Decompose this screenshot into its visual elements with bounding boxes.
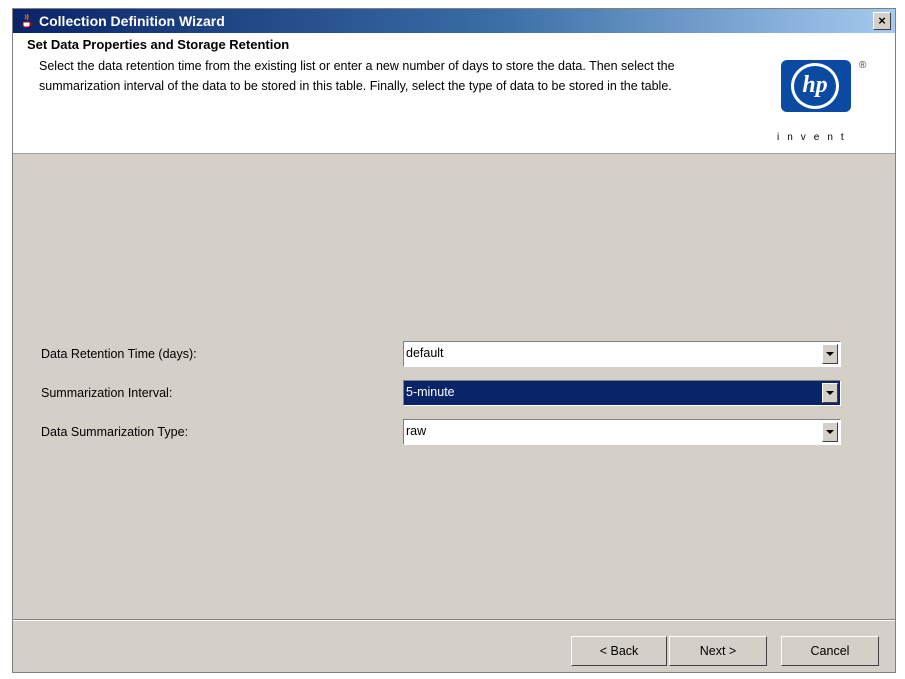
title-bar[interactable]: Collection Definition Wizard × [13,9,895,33]
close-button[interactable]: × [873,12,891,30]
window-title: Collection Definition Wizard [39,13,225,29]
chevron-down-icon[interactable] [822,422,838,442]
summarization-interval-value: 5-minute [406,385,455,399]
hp-badge: hp [781,60,851,112]
button-separator [13,619,895,621]
summarization-type-label: Data Summarization Type: [41,425,189,439]
registered-mark: ® [859,60,867,71]
retention-time-label: Data Retention Time (days): [41,347,197,361]
cancel-button[interactable]: Cancel [781,636,879,666]
hp-logo-text: hp [791,63,839,109]
retention-time-value: default [406,346,444,360]
summarization-interval-combo[interactable]: 5-minute [403,380,841,406]
page-description: Select the data retention time from the … [39,59,675,93]
chevron-down-icon[interactable] [822,383,838,403]
summarization-type-combo[interactable]: raw [403,419,841,445]
wizard-window: Collection Definition Wizard × hp ® inve… [12,8,896,673]
hp-logo: hp ® invent [773,58,873,148]
java-cup-icon [22,13,33,28]
back-button[interactable]: < Back [571,636,667,666]
page-title: Set Data Properties and Storage Retentio… [27,37,290,52]
next-button[interactable]: Next > [669,636,767,666]
retention-time-combo[interactable]: default [403,341,841,367]
summarization-interval-label: Summarization Interval: [41,386,173,400]
summarization-type-value: raw [406,424,427,438]
chevron-down-icon[interactable] [822,344,838,364]
hp-tagline: invent [777,132,852,143]
